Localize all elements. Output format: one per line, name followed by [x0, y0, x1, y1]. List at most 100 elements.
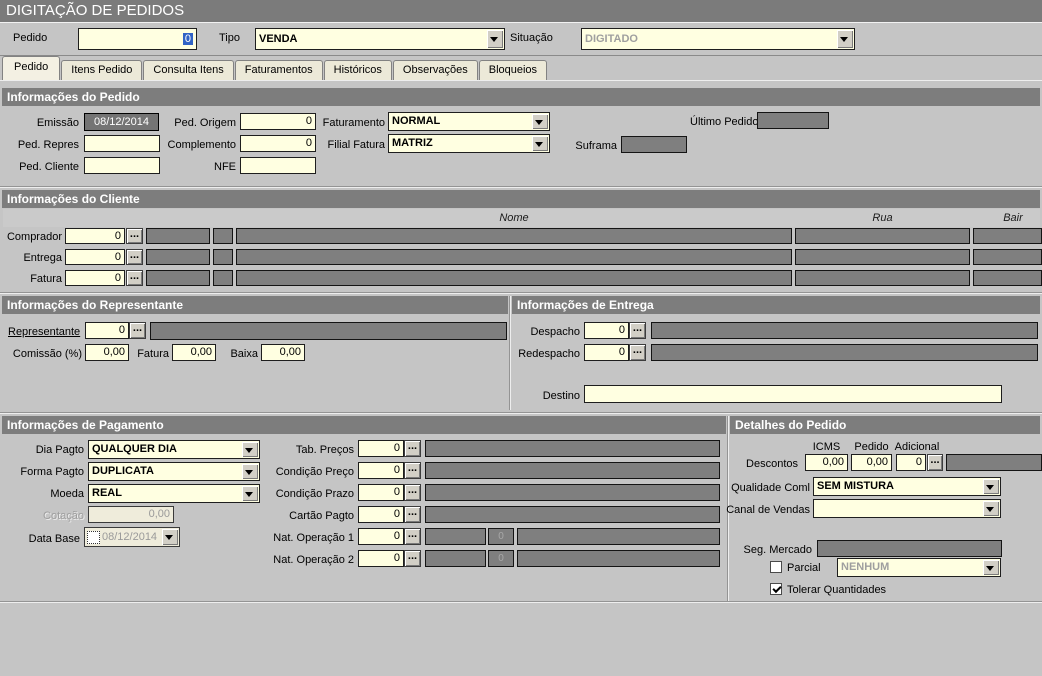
section-info-pedido-header: Informações do Pedido: [2, 88, 1040, 106]
descontos-browse-button[interactable]: ...: [927, 454, 943, 471]
tipo-value: VENDA: [259, 33, 298, 45]
tolerar-checkbox[interactable]: [770, 583, 782, 595]
tab-faturamentos[interactable]: Faturamentos: [235, 60, 323, 80]
section-info-cliente-header: Informações do Cliente: [2, 190, 1040, 208]
fatura-nome-field: [236, 270, 792, 286]
fatura-browse-button[interactable]: ...: [126, 270, 143, 286]
fatura-code-field: [146, 270, 210, 286]
forma-pagto-value: DUPLICATA: [92, 465, 154, 477]
emissao-label: Emissão: [0, 116, 79, 130]
parcial-value: NENHUM: [841, 561, 889, 573]
tab-consulta-itens[interactable]: Consulta Itens: [143, 60, 233, 80]
col-pedido: Pedido: [851, 440, 892, 454]
fatura-input[interactable]: 0: [65, 270, 125, 286]
condicao-preco-input[interactable]: 0: [358, 462, 404, 479]
chevron-down-icon[interactable]: [983, 501, 999, 516]
tab-itens-pedido[interactable]: Itens Pedido: [61, 60, 142, 80]
tab-bloqueios[interactable]: Bloqueios: [479, 60, 547, 80]
nfe-input[interactable]: [240, 157, 316, 174]
nat-operacao1-browse-button[interactable]: ...: [404, 528, 421, 545]
representante-browse-button[interactable]: ...: [129, 322, 146, 339]
entrega-rua-field: [795, 249, 970, 265]
fatura-small-field: [213, 270, 233, 286]
data-base-field[interactable]: 08/12/2014: [84, 527, 180, 547]
tipo-label: Tipo: [219, 31, 240, 45]
entrega-label: Entrega: [0, 251, 62, 265]
representante-label[interactable]: Representante: [8, 325, 84, 339]
nat-operacao2-code-field: [425, 550, 486, 567]
nat-operacao2-label: Nat. Operação 2: [240, 553, 354, 567]
chevron-down-icon[interactable]: [532, 136, 548, 151]
situacao-label: Situação: [510, 31, 553, 45]
comissao-input[interactable]: 0,00: [85, 344, 129, 361]
entrega-bairro-field: [973, 249, 1042, 265]
tab-pedido[interactable]: Pedido: [2, 56, 60, 80]
forma-pagto-select[interactable]: DUPLICATA: [88, 462, 260, 481]
destino-input[interactable]: [584, 385, 1002, 403]
entrega-nome-field: [236, 249, 792, 265]
cartao-pagto-browse-button[interactable]: ...: [404, 506, 421, 523]
tab-observacoes[interactable]: Observações: [393, 60, 478, 80]
condicao-preco-browse-button[interactable]: ...: [404, 462, 421, 479]
entrega-input[interactable]: 0: [65, 249, 125, 265]
date-checkbox[interactable]: [87, 531, 100, 544]
destino-label: Destino: [500, 389, 580, 403]
comprador-browse-button[interactable]: ...: [126, 228, 143, 244]
parcial-select[interactable]: NENHUM: [837, 558, 1001, 577]
canal-vendas-select[interactable]: [813, 499, 1001, 518]
moeda-select[interactable]: REAL: [88, 484, 260, 503]
situacao-select[interactable]: DIGITADO: [581, 28, 855, 50]
nat-operacao1-sub-field: 0: [488, 528, 514, 545]
comprador-input[interactable]: 0: [65, 228, 125, 244]
representante-input[interactable]: 0: [85, 322, 129, 339]
tab-precos-input[interactable]: 0: [358, 440, 404, 457]
nat-operacao1-desc-field: [517, 528, 720, 545]
pedido-value: 0: [183, 33, 193, 45]
redespacho-input[interactable]: 0: [584, 344, 629, 361]
faturamento-value: NORMAL: [392, 115, 440, 127]
descontos-pedido-input[interactable]: 0,00: [851, 454, 892, 471]
repr-fatura-input[interactable]: 0,00: [172, 344, 216, 361]
cartao-pagto-input[interactable]: 0: [358, 506, 404, 523]
dia-pagto-select[interactable]: QUALQUER DIA: [88, 440, 260, 459]
col-bairro: Bair: [973, 212, 1042, 225]
chevron-down-icon[interactable]: [532, 114, 548, 129]
descontos-icms-input[interactable]: 0,00: [805, 454, 848, 471]
ped-cliente-input[interactable]: [84, 157, 160, 174]
tab-precos-browse-button[interactable]: ...: [404, 440, 421, 457]
filial-fatura-select[interactable]: MATRIZ: [388, 134, 550, 153]
chevron-down-icon[interactable]: [983, 560, 999, 575]
window-title: DIGITAÇÃO DE PEDIDOS: [0, 0, 1042, 22]
chevron-down-icon[interactable]: [487, 30, 503, 48]
condicao-prazo-browse-button[interactable]: ...: [404, 484, 421, 501]
faturamento-select[interactable]: NORMAL: [388, 112, 550, 131]
pedido-input[interactable]: 0: [78, 28, 197, 50]
descontos-adicional-input[interactable]: 0: [896, 454, 926, 471]
qualidade-select[interactable]: SEM MISTURA: [813, 477, 1001, 496]
despacho-browse-button[interactable]: ...: [629, 322, 646, 339]
tab-historicos[interactable]: Históricos: [324, 60, 392, 80]
comissao-label: Comissão (%): [0, 347, 82, 361]
fatura-rua-field: [795, 270, 970, 286]
baixa-input[interactable]: 0,00: [261, 344, 305, 361]
despacho-input[interactable]: 0: [584, 322, 629, 339]
chevron-down-icon[interactable]: [162, 529, 178, 545]
ped-repres-input[interactable]: [84, 135, 160, 152]
nat-operacao1-input[interactable]: 0: [358, 528, 404, 545]
dia-pagto-label: Dia Pagto: [0, 443, 84, 457]
nat-operacao2-input[interactable]: 0: [358, 550, 404, 567]
chevron-down-icon[interactable]: [837, 30, 853, 48]
entrega-browse-button[interactable]: ...: [126, 249, 143, 265]
comprador-code-field: [146, 228, 210, 244]
baixa-label: Baixa: [222, 347, 258, 361]
condicao-prazo-input[interactable]: 0: [358, 484, 404, 501]
canal-vendas-label: Canal de Vendas: [724, 503, 810, 517]
redespacho-field: [651, 344, 1038, 361]
chevron-down-icon[interactable]: [983, 479, 999, 494]
ultimo-pedido-field: [757, 112, 829, 129]
redespacho-browse-button[interactable]: ...: [629, 344, 646, 361]
divider: [0, 187, 1042, 188]
tipo-select[interactable]: VENDA: [255, 28, 505, 50]
nat-operacao2-browse-button[interactable]: ...: [404, 550, 421, 567]
parcial-checkbox[interactable]: [770, 561, 782, 573]
